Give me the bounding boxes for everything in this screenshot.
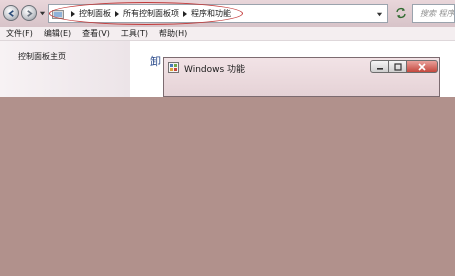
menu-view[interactable]: 查看(V)	[82, 28, 110, 39]
chevron-down-icon[interactable]	[376, 11, 383, 18]
menu-file[interactable]: 文件(F)	[6, 28, 33, 39]
close-button[interactable]	[406, 60, 438, 73]
breadcrumb[interactable]: 控制面板 所有控制面板项 程序和功能	[48, 2, 388, 25]
menu-bar: 文件(F) 编辑(E) 查看(V) 工具(T) 帮助(H)	[0, 27, 455, 41]
page-title: 卸	[150, 55, 161, 68]
forward-arrow-icon	[26, 9, 33, 17]
breadcrumb-triangle-icon[interactable]	[181, 10, 189, 18]
minimize-icon	[376, 67, 383, 70]
maximize-icon	[393, 62, 402, 71]
maximize-button[interactable]	[388, 60, 407, 73]
dialog-title: Windows 功能	[184, 65, 246, 75]
breadcrumb-triangle-icon[interactable]	[113, 10, 121, 18]
windows-features-icon	[168, 62, 179, 73]
back-button[interactable]	[3, 5, 19, 21]
menu-edit[interactable]: 编辑(E)	[44, 28, 71, 39]
breadcrumb-triangle-icon[interactable]	[69, 10, 77, 18]
search-input[interactable]: 搜索 程序	[412, 4, 455, 23]
windows-features-dialog[interactable]: Windows 功能	[163, 57, 440, 97]
menu-help[interactable]: 帮助(H)	[159, 28, 187, 39]
obscured-content-overlay	[0, 97, 455, 276]
close-icon	[418, 62, 426, 71]
left-nav-pane: 控制面板主页	[0, 41, 130, 97]
control-panel-home-link[interactable]: 控制面板主页	[18, 51, 66, 62]
breadcrumb-item[interactable]: 控制面板	[79, 8, 111, 19]
breadcrumb-item[interactable]: 所有控制面板项	[123, 8, 179, 19]
address-bar-area: 控制面板 所有控制面板项 程序和功能 搜索 程序	[0, 0, 455, 27]
control-panel-folder-icon	[52, 9, 64, 19]
refresh-button[interactable]	[394, 6, 408, 20]
back-arrow-icon	[7, 9, 14, 17]
breadcrumb-item[interactable]: 程序和功能	[191, 8, 231, 19]
menu-tools[interactable]: 工具(T)	[121, 28, 148, 39]
recent-pages-dropdown[interactable]	[39, 10, 46, 17]
forward-button[interactable]	[21, 5, 37, 21]
minimize-button[interactable]	[370, 60, 389, 73]
refresh-icon	[396, 7, 406, 19]
